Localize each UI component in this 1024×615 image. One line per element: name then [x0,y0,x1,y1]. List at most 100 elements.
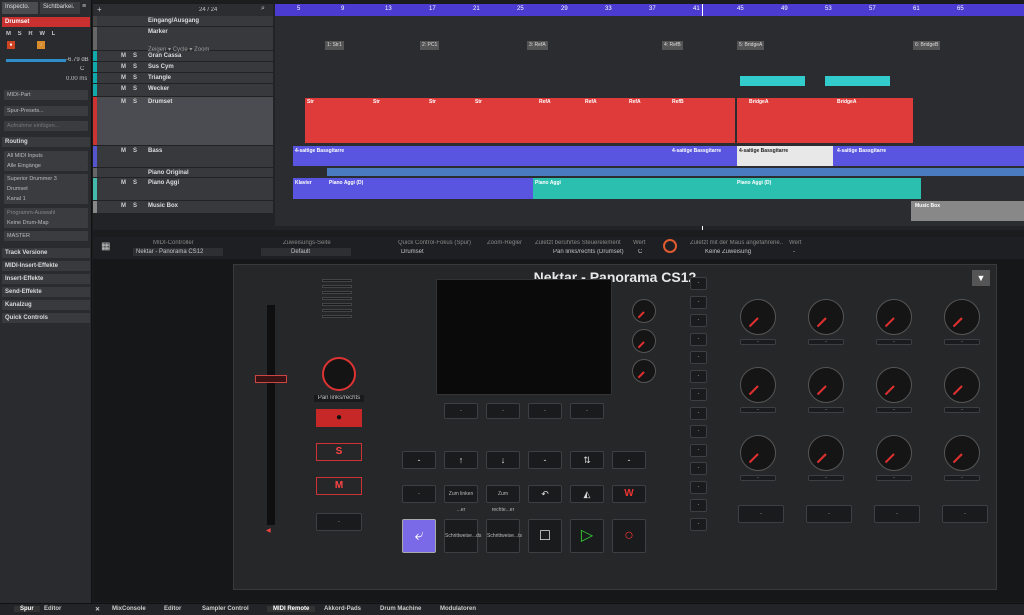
column-pad[interactable]: - [690,388,707,401]
section-1[interactable]: MIDI-Insert-Effekte [2,261,90,271]
bass-part[interactable] [293,146,1024,166]
section-routing[interactable]: Routing [2,137,90,147]
arrow-button[interactable]: ↓ [486,451,520,469]
encoder-knob[interactable] [944,299,980,335]
small-knob[interactable] [632,359,656,383]
fader-handle[interactable] [255,375,287,383]
bottom-pad[interactable]: - [874,505,920,523]
tab-visibility[interactable]: Sichtbarkei. [40,2,80,14]
column-pad[interactable]: - [690,517,707,531]
section-4[interactable]: Kanalzug [2,300,90,310]
inspector-track-name[interactable]: Drumset [2,17,90,27]
marker[interactable]: 4: RefB [662,41,683,50]
triangle-clip[interactable] [825,76,890,86]
encoder-knob[interactable] [808,299,844,335]
tab-0[interactable]: Spur [14,606,40,612]
triangle-clip[interactable] [740,76,805,86]
screen-pad[interactable]: - [528,403,562,419]
marker[interactable]: 6: BridgeB [913,41,941,50]
bottom-pad[interactable]: - [738,505,784,523]
column-pad[interactable]: - [690,462,707,475]
tab-inspector[interactable]: Inspecto. [2,2,38,14]
ruler[interactable]: 5 9 13 17 21 25 29 33 37 41 45 49 53 57 61 65 [275,4,1024,230]
program-select[interactable]: Programm-Auswahl [4,208,88,218]
mute-button[interactable]: M [121,53,126,59]
column-pad[interactable]: - [690,369,707,383]
encoder-knob[interactable] [808,367,844,403]
solo-button[interactable]: S [133,64,137,70]
notes-field[interactable]: Aufnahme einfügen... [4,121,88,131]
value-knob[interactable] [663,239,677,253]
column-pad[interactable]: - [690,314,707,327]
input-select[interactable]: Alle Eingänge [4,161,88,171]
small-knob[interactable] [632,329,656,353]
output-select[interactable]: Drumset [4,184,88,194]
solo-button[interactable]: S [133,99,137,105]
piano-part[interactable] [533,178,733,199]
mute-button[interactable]: M [316,477,362,495]
mute-button[interactable]: M [121,180,126,186]
add-track-icon[interactable]: + [97,5,102,14]
stop-button[interactable]: □ [528,519,562,553]
track-header[interactable]: M S Piano Aggi [93,178,273,201]
screen-pad[interactable]: - [486,403,520,419]
track-header[interactable]: M S Music Box [93,201,273,214]
cycle-button[interactable]: ⤶ [402,519,436,553]
section-5[interactable]: Quick Controls [2,313,90,323]
tab-1[interactable]: Editor [44,606,61,612]
tab-3[interactable]: Editor [164,606,181,612]
track-header[interactable]: M S Bass [93,146,273,168]
column-pad[interactable]: - [690,443,707,457]
bottom-pad[interactable]: - [942,505,988,523]
write-button[interactable]: W [612,485,646,503]
mute-button[interactable]: M [121,86,126,92]
volume-slider[interactable] [6,59,66,62]
track-header[interactable]: M S Triangle [93,73,273,84]
solo-button[interactable]: S [133,53,137,59]
device-menu-button[interactable]: ▼ [972,270,990,286]
column-pad[interactable]: - [690,351,707,364]
tab-6[interactable]: Akkord-Pads [324,606,361,612]
marker[interactable]: 1: Str1 [325,41,344,50]
arrow-button[interactable]: ↑ [444,451,478,469]
instrument-select[interactable]: Superior Drummer 3 [4,174,88,184]
blank-pad[interactable]: - [528,451,562,469]
section-3[interactable]: Send-Effekte [2,287,90,297]
step-back-button[interactable]: Schrittweise...ds [444,519,481,553]
track-header[interactable]: Piano Original [93,168,273,178]
track-header[interactable]: M S Wecker [93,84,273,97]
event-display[interactable]: 1: Str1 2: PC1 3: RefA 4: RefB 5: BridgeA 6: … [275,16,1024,226]
tab-4[interactable]: Sampler Control [202,606,249,612]
page-select[interactable]: Default [261,248,351,256]
tab-2[interactable]: MixConsole [112,606,146,612]
screen-pad[interactable]: - [570,403,604,419]
midi-input-select[interactable]: All MIDI Inputs [4,151,88,161]
midi-part-field[interactable]: MIDI-Part [4,90,88,100]
pad-blank[interactable]: - [316,513,362,531]
zoom-right-button[interactable]: Zum rechte...er [486,485,520,513]
screen-pad[interactable]: - [444,403,478,419]
section-0[interactable]: Track Versione [2,248,90,258]
encoder-knob[interactable] [944,435,980,471]
track-header[interactable]: M S Drumset [93,97,273,146]
solo-button[interactable]: S [133,180,137,186]
marker-zoom[interactable]: Zoom [194,47,209,53]
record-button[interactable]: ● [316,409,362,427]
arrow-button[interactable]: ⇅ [570,451,604,469]
blank-pad[interactable]: - [402,485,436,503]
encoder-knob[interactable] [740,367,776,403]
piano-original-part[interactable] [327,168,1024,176]
column-pad[interactable]: - [690,406,707,420]
column-pad[interactable]: - [690,499,707,512]
monitor-button[interactable]: ♪ [37,41,45,49]
mute-button[interactable]: M [121,148,126,154]
solo-button[interactable]: S [133,203,137,209]
tab-5[interactable]: MIDI Remote [267,606,316,612]
tab-7[interactable]: Drum Machine [380,606,421,612]
marker[interactable]: 2: PC1 [420,41,440,50]
pan-knob[interactable] [322,357,356,391]
blank-pad[interactable]: - [402,451,436,469]
undo-icon[interactable]: ↶ [528,485,562,503]
encoder-knob[interactable] [944,367,980,403]
track-header[interactable]: M S Sus Cym [93,62,273,73]
